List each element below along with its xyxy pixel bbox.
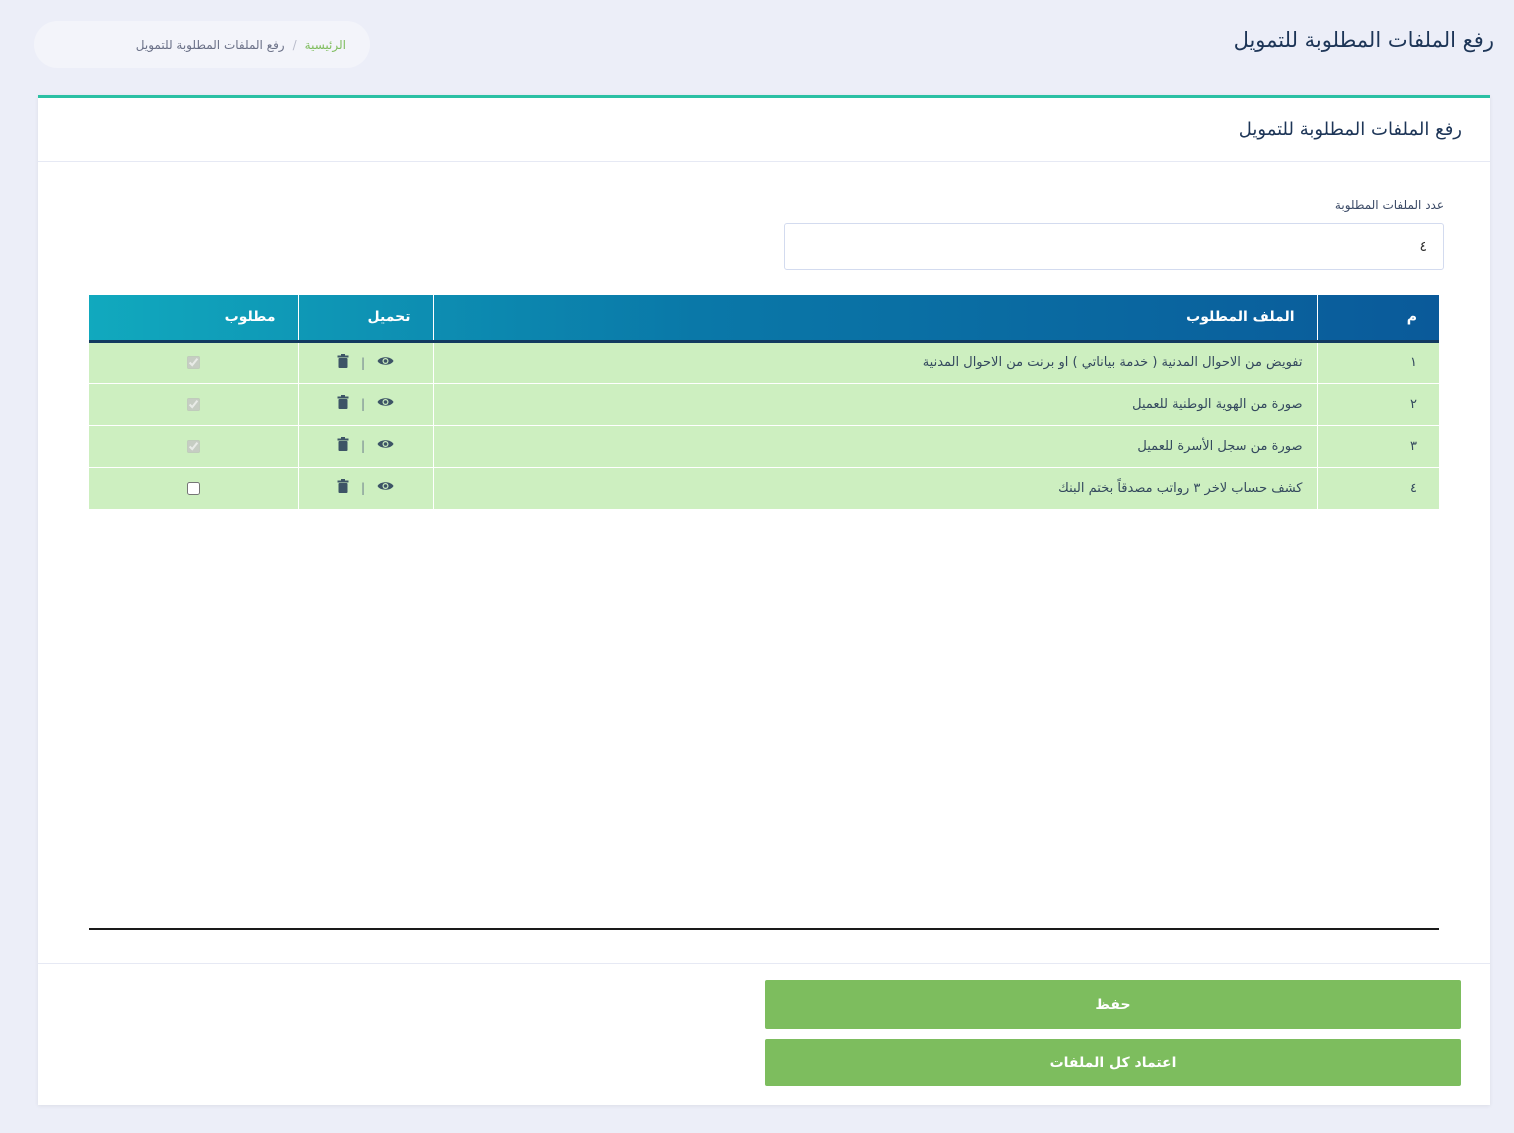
required-files-table: م الملف المطلوب تحميل مطلوب ١ تفويض من ا… [89,295,1439,510]
row-number: ٤ [1316,467,1439,510]
row-actions: | [297,341,433,384]
row-required [89,425,298,468]
action-separator: | [360,439,366,453]
row-number: ٢ [1316,383,1439,426]
breadcrumb-separator: / [292,37,297,52]
required-checkbox[interactable] [186,356,200,369]
row-required [89,341,298,384]
footer-separator [38,963,1490,964]
table-header-row: م الملف المطلوب تحميل مطلوب [89,295,1439,343]
card-title: رفع الملفات المطلوبة للتمويل [1238,119,1462,140]
table-row: ٣ صورة من سجل الأسرة للعميل | [89,425,1439,468]
table-row: ٢ صورة من الهوية الوطنية للعميل | [89,383,1439,426]
files-count-label: عدد الملفات المطلوبة [1334,198,1444,212]
approve-all-files-button[interactable]: اعتماد كل الملفات [765,1039,1461,1086]
trash-icon[interactable] [337,437,349,455]
trash-icon[interactable] [337,395,349,413]
breadcrumb-current: رفع الملفات المطلوبة للتمويل [135,37,285,52]
row-required [89,467,298,510]
column-header-upload: تحميل [297,295,433,343]
eye-icon[interactable] [377,355,394,371]
row-actions: | [297,383,433,426]
upload-files-card: رفع الملفات المطلوبة للتمويل عدد الملفات… [38,95,1490,1105]
column-header-file: الملف المطلوب [432,295,1317,343]
action-separator: | [360,397,366,411]
action-separator: | [360,481,366,495]
breadcrumb-home-link[interactable]: الرئيسية [305,38,346,52]
eye-icon[interactable] [377,438,394,454]
column-header-required: مطلوب [89,295,298,343]
page-title: رفع الملفات المطلوبة للتمويل [1233,28,1494,52]
row-actions: | [297,425,433,468]
files-count-input[interactable] [784,223,1444,270]
row-file-name: تفويض من الاحوال المدنية ( خدمة بياناتي … [432,341,1317,384]
eye-icon[interactable] [377,396,394,412]
eye-icon[interactable] [377,480,394,496]
save-button[interactable]: حفظ [765,980,1461,1029]
column-header-number: م [1316,295,1439,343]
table-row: ١ تفويض من الاحوال المدنية ( خدمة بيانات… [89,341,1439,384]
row-file-name: صورة من سجل الأسرة للعميل [432,425,1317,468]
row-actions: | [297,467,433,510]
trash-icon[interactable] [337,479,349,497]
row-required [89,383,298,426]
row-number: ٣ [1316,425,1439,468]
row-number: ١ [1316,341,1439,384]
row-file-name: كشف حساب لاخر ٣ رواتب مصدقاً بختم البنك [432,467,1317,510]
required-checkbox[interactable] [186,397,200,411]
row-file-name: صورة من الهوية الوطنية للعميل [432,383,1317,426]
required-checkbox[interactable] [186,481,200,495]
card-header: رفع الملفات المطلوبة للتمويل [38,98,1490,162]
breadcrumb: الرئيسية / رفع الملفات المطلوبة للتمويل [34,21,370,68]
required-checkbox[interactable] [186,439,200,453]
table-row: ٤ كشف حساب لاخر ٣ رواتب مصدقاً بختم البن… [89,467,1439,510]
content-divider [89,928,1439,930]
action-separator: | [360,355,366,370]
trash-icon[interactable] [337,353,349,372]
